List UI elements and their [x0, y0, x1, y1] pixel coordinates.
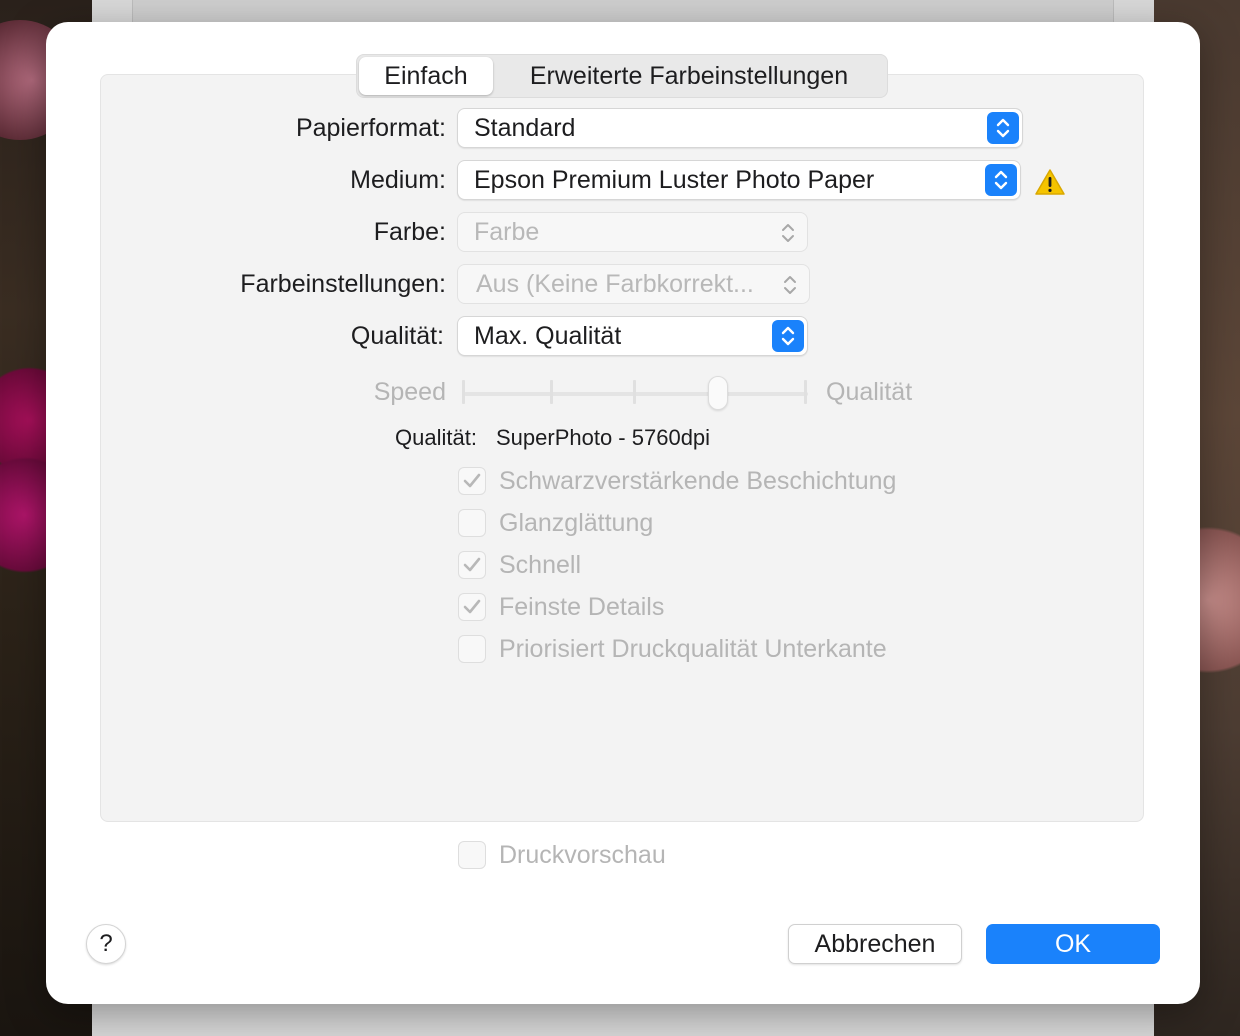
option-label: Glanzglättung — [499, 508, 654, 537]
checkmark-icon — [463, 557, 481, 572]
paper-size-value: Standard — [474, 113, 576, 142]
paper-size-label: Papierformat: — [295, 114, 446, 142]
print-preview-option[interactable]: Druckvorschau — [458, 840, 666, 870]
slider-tick — [633, 380, 636, 404]
option-label: Schwarzverstärkende Beschichtung — [499, 466, 897, 495]
quality-info-value: SuperPhoto - 5760dpi — [496, 425, 711, 450]
checkmark-icon — [463, 599, 481, 614]
option-label: Feinste Details — [499, 592, 665, 621]
paper-size-popup[interactable]: Standard — [457, 108, 1023, 148]
option-black-enhance-coat[interactable]: Schwarzverstärkende Beschichtung — [458, 466, 896, 496]
cancel-button[interactable]: Abbrechen — [788, 924, 962, 964]
quality-label: Qualität: — [350, 322, 444, 350]
tab-erweiterte-farbeinstellungen[interactable]: Erweiterte Farbeinstellungen — [493, 57, 885, 95]
print-settings-sheet: Einfach Erweiterte Farbeinstellungen Pap… — [46, 22, 1200, 1004]
option-fast[interactable]: Schnell — [458, 550, 581, 580]
checkbox[interactable] — [458, 635, 486, 663]
checkbox[interactable] — [458, 551, 486, 579]
tab-einfach[interactable]: Einfach — [359, 57, 493, 95]
slider-tick — [462, 380, 465, 404]
medium-value: Epson Premium Luster Photo Paper — [474, 165, 875, 194]
help-button[interactable]: ? — [86, 924, 126, 964]
option-label: Schnell — [499, 550, 581, 579]
checkmark-icon — [463, 473, 481, 488]
slider-tick — [804, 380, 807, 404]
checkbox[interactable] — [458, 593, 486, 621]
chevron-up-down-icon — [772, 320, 804, 352]
warning-triangle-icon — [1035, 169, 1065, 195]
color-label: Farbe: — [373, 218, 446, 246]
color-settings-popup[interactable]: Aus (Keine Farbkorrekt... — [457, 264, 810, 304]
quality-value: Max. Qualität — [474, 321, 622, 350]
speed-quality-slider[interactable] — [464, 392, 808, 396]
option-gloss-optimizer[interactable]: Glanzglättung — [458, 508, 653, 538]
chevron-up-down-icon — [777, 219, 799, 247]
slider-knob[interactable] — [708, 376, 728, 410]
quality-info-label: Qualität: — [395, 425, 477, 450]
medium-popup[interactable]: Epson Premium Luster Photo Paper — [457, 160, 1021, 200]
slider-speed-label: Speed — [373, 378, 446, 406]
chevron-up-down-icon — [779, 271, 801, 299]
option-finest-detail[interactable]: Feinste Details — [458, 592, 664, 622]
chevron-up-down-icon — [987, 112, 1019, 144]
slider-tick — [550, 380, 553, 404]
ok-button[interactable]: OK — [986, 924, 1160, 964]
quality-popup[interactable]: Max. Qualität — [457, 316, 808, 356]
slider-quality-label: Qualität — [826, 378, 913, 406]
color-settings-label: Farbeinstellungen: — [240, 270, 446, 298]
checkbox[interactable] — [458, 467, 486, 495]
print-preview-label: Druckvorschau — [499, 840, 666, 869]
color-value: Farbe — [474, 217, 540, 246]
checkbox[interactable] — [458, 841, 486, 869]
medium-label: Medium: — [350, 166, 446, 194]
tab-segmented-control: Einfach Erweiterte Farbeinstellungen — [356, 54, 888, 98]
checkbox[interactable] — [458, 509, 486, 537]
chevron-up-down-icon — [985, 164, 1017, 196]
color-popup[interactable]: Farbe — [457, 212, 808, 252]
option-label: Priorisiert Druckqualität Unterkante — [499, 634, 887, 663]
color-settings-value: Aus (Keine Farbkorrekt... — [476, 269, 754, 298]
option-prioritize-bottom-edge[interactable]: Priorisiert Druckqualität Unterkante — [458, 634, 887, 664]
